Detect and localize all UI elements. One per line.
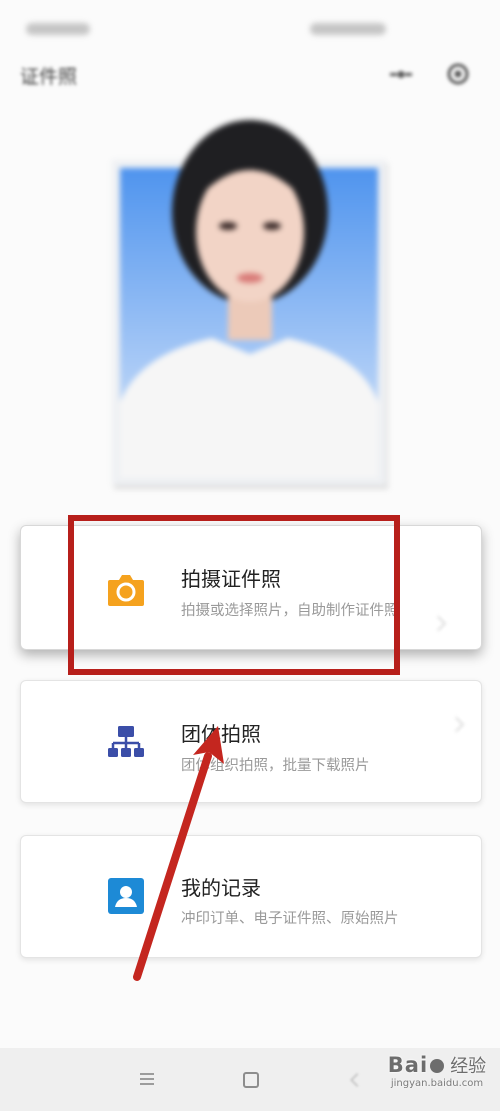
highlight-box xyxy=(68,515,400,675)
home-square-icon[interactable] xyxy=(243,1072,259,1088)
card-title: 团体拍照 xyxy=(181,722,261,746)
card-subtitle: 团体组织拍照，批量下载照片 xyxy=(181,758,370,774)
back-icon[interactable] xyxy=(349,1072,365,1088)
card-title: 我的记录 xyxy=(181,876,261,900)
chevron-right-icon xyxy=(448,716,465,733)
contact-card-icon xyxy=(108,878,144,914)
close-circle-icon[interactable] xyxy=(446,62,470,86)
watermark-brand: Bai xyxy=(387,1053,429,1077)
status-time-blur xyxy=(26,23,90,35)
id-photo-preview xyxy=(112,120,388,489)
status-indicators-blur xyxy=(310,23,386,35)
card-subtitle: 冲印订单、电子证件照、原始照片 xyxy=(181,911,399,927)
chevron-right-icon xyxy=(430,615,447,632)
card-group-photo[interactable]: 团体拍照 团体组织拍照，批量下载照片 xyxy=(20,680,482,803)
card-my-records[interactable]: 我的记录 冲印订单、电子证件照、原始照片 xyxy=(20,835,482,958)
more-dots-icon[interactable] xyxy=(388,64,414,84)
paw-icon xyxy=(430,1059,445,1073)
org-chart-icon xyxy=(108,726,144,757)
watermark-brand-2: 经验 xyxy=(450,1056,487,1077)
baidu-jingyan-watermark: Bai 经验 jingyan.baidu.com xyxy=(378,1052,496,1102)
watermark-url: jingyan.baidu.com xyxy=(390,1078,484,1089)
page-title: 证件照 xyxy=(20,66,78,88)
menu-icon[interactable] xyxy=(140,1073,154,1085)
